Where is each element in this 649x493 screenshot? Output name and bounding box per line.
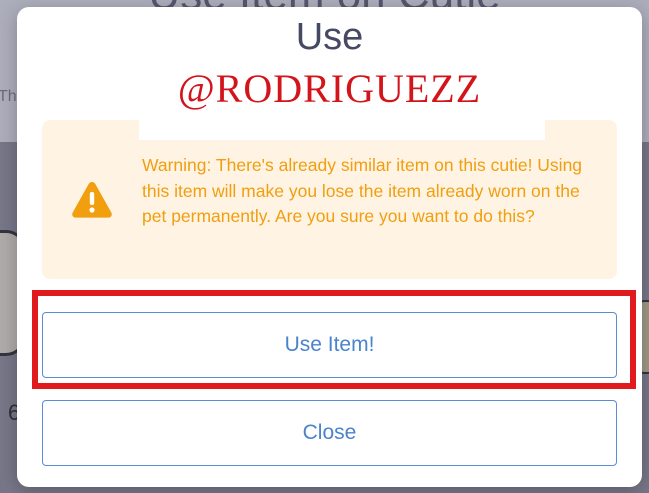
- warning-message: Warning: There's already similar item on…: [142, 155, 583, 226]
- signature-backdrop: [139, 120, 545, 140]
- highlight-box: [32, 290, 636, 389]
- close-button[interactable]: Close: [42, 400, 617, 466]
- warning-alert: Warning: There's already similar item on…: [42, 120, 617, 279]
- signature-watermark: @RODRIGUEZZ: [177, 66, 482, 111]
- use-item-modal: Use @RODRIGUEZZ Warning: There's already…: [17, 7, 642, 487]
- warning-triangle-icon: [72, 182, 112, 218]
- modal-title: Use: [295, 16, 364, 58]
